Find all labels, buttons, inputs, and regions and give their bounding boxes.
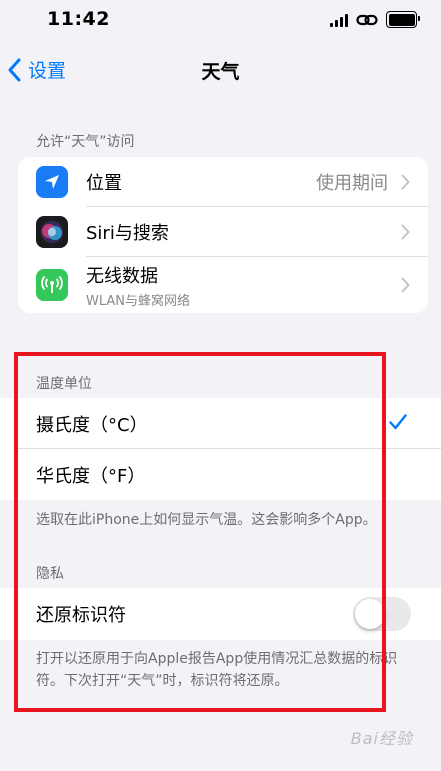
cellular-signal-icon xyxy=(330,13,348,27)
checkmark-icon xyxy=(389,414,407,430)
allow-access-card: 位置 使用期间 Siri与搜索 无线数据 WLAN与蜂窝网络 xyxy=(18,157,428,313)
status-icons xyxy=(330,11,420,28)
page-title: 天气 xyxy=(201,61,240,83)
antenna-icon xyxy=(36,269,68,301)
chevron-right-icon xyxy=(401,224,410,240)
location-arrow-icon xyxy=(36,166,68,198)
status-time: 11:42 xyxy=(47,8,110,30)
allow-access-header: 允许“天气”访问 xyxy=(36,134,135,150)
wireless-data-label: 无线数据 xyxy=(86,265,158,287)
watermark: Bai经验 xyxy=(350,729,413,748)
location-label: 位置 xyxy=(86,173,122,194)
siri-search-label: Siri与搜索 xyxy=(86,223,169,244)
chevron-right-icon xyxy=(401,174,410,190)
nav-bar: 设置 天气 xyxy=(0,44,441,94)
location-value: 使用期间 xyxy=(316,173,388,194)
chevron-right-icon xyxy=(401,277,410,293)
wireless-data-row[interactable]: 无线数据 WLAN与蜂窝网络 xyxy=(18,257,428,313)
link-icon xyxy=(356,14,378,25)
status-bar: 11:42 xyxy=(0,0,441,44)
wireless-data-sublabel: WLAN与蜂窝网络 xyxy=(86,293,191,309)
siri-icon xyxy=(36,216,68,248)
location-row[interactable]: 位置 使用期间 xyxy=(18,157,428,207)
highlight-box xyxy=(14,352,386,712)
siri-search-row[interactable]: Siri与搜索 xyxy=(18,207,428,257)
battery-icon xyxy=(386,11,420,28)
